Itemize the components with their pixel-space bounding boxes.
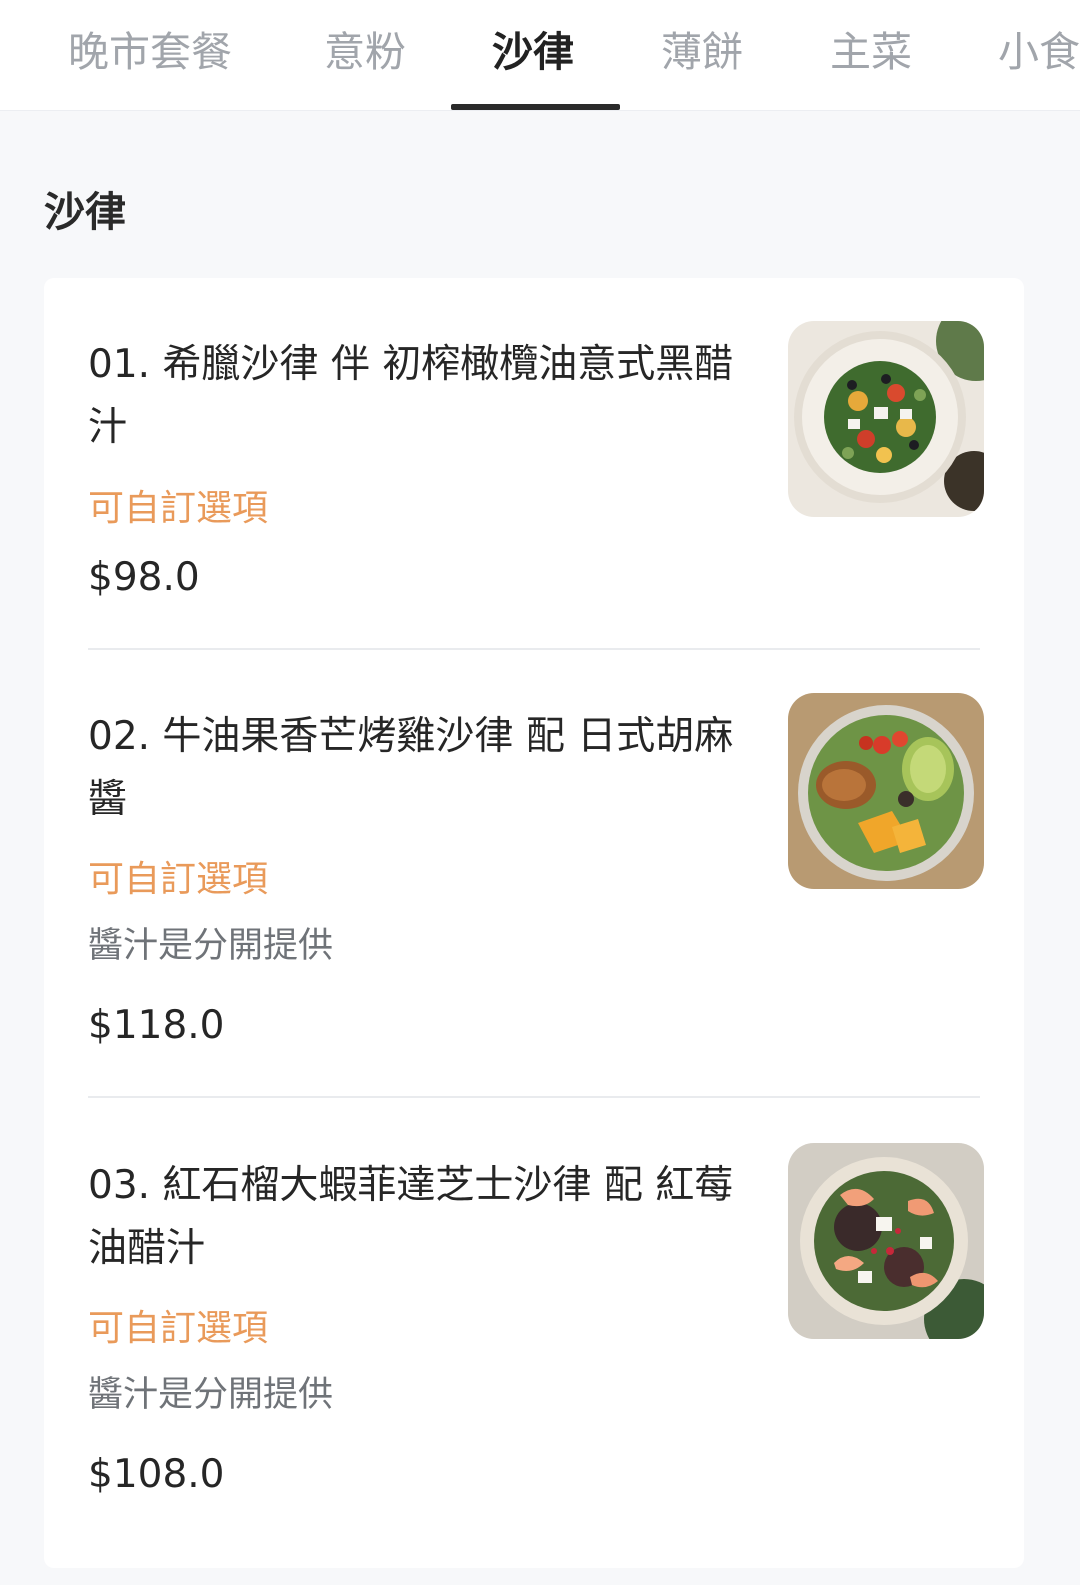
tab-salad[interactable]: 沙律 xyxy=(492,22,574,82)
section-title: 沙律 xyxy=(44,188,126,236)
menu-item-name: 01. 希臘沙律 伴 初榨橄欖油意式黑醋汁 xyxy=(88,342,734,450)
customizable-tag: 可自訂選項 xyxy=(88,859,269,900)
menu-item-price: $98.0 xyxy=(88,555,200,600)
active-tab-indicator xyxy=(451,104,620,110)
menu-item[interactable]: 02. 牛油果香芒烤雞沙律 配 日式胡麻醬 可自訂選項 醬汁是分開提供 $118… xyxy=(44,650,1024,1098)
menu-item-name: 03. 紅石榴大蝦菲達芝士沙律 配 紅莓油醋汁 xyxy=(88,1163,734,1271)
menu-item-price: $108.0 xyxy=(88,1452,225,1497)
tab-pizza[interactable]: 薄餅 xyxy=(661,22,743,82)
avocado-chicken-salad-photo xyxy=(788,693,984,889)
tab-dinner-set[interactable]: 晚市套餐 xyxy=(68,22,232,82)
shrimp-feta-salad-photo xyxy=(788,1143,984,1339)
sauce-note: 醬汁是分開提供 xyxy=(88,926,334,966)
tab-main-course[interactable]: 主菜 xyxy=(830,22,912,82)
category-tab-bar: 晚市套餐 意粉 沙律 薄餅 主菜 小食 xyxy=(0,0,1080,111)
tab-pasta[interactable]: 意粉 xyxy=(324,22,406,82)
menu-item[interactable]: 01. 希臘沙律 伴 初榨橄欖油意式黑醋汁 可自訂選項 $98.0 xyxy=(44,278,1024,650)
sauce-note: 醬汁是分開提供 xyxy=(88,1375,334,1415)
menu-item[interactable]: 03. 紅石榴大蝦菲達芝士沙律 配 紅莓油醋汁 可自訂選項 醬汁是分開提供 $1… xyxy=(44,1098,1024,1568)
menu-item-name: 02. 牛油果香芒烤雞沙律 配 日式胡麻醬 xyxy=(88,714,734,822)
customizable-tag: 可自訂選項 xyxy=(88,1308,269,1349)
greek-salad-photo xyxy=(788,321,984,517)
tab-snacks[interactable]: 小食 xyxy=(998,22,1080,82)
menu-item-price: $118.0 xyxy=(88,1003,225,1048)
customizable-tag: 可自訂選項 xyxy=(88,488,269,529)
menu-item-list: 01. 希臘沙律 伴 初榨橄欖油意式黑醋汁 可自訂選項 $98.0 02. 牛油… xyxy=(44,278,1024,1568)
